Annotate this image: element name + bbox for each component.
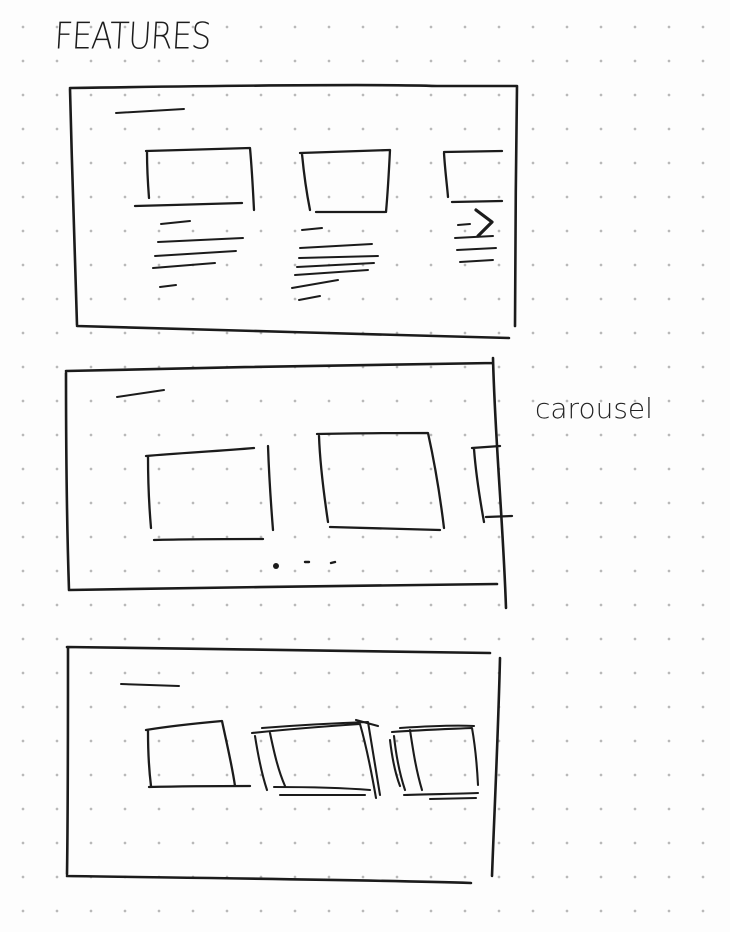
wireframe-3	[65, 645, 502, 885]
wireframe-3-frame	[65, 645, 502, 885]
carousel-card-3	[470, 444, 514, 524]
chevron-right-icon[interactable]	[474, 208, 494, 238]
wireframe-2	[64, 356, 514, 610]
card-image	[388, 724, 480, 801]
pagination-dot[interactable]	[329, 560, 337, 565]
pagination-dot-active[interactable]	[273, 563, 279, 569]
wireframe-sketches	[64, 83, 519, 885]
card-image	[144, 719, 252, 789]
carousel-pagination-dots[interactable]	[273, 560, 337, 569]
card-image	[144, 444, 275, 542]
wireframe-2-heading-line	[116, 389, 165, 398]
carousel-card-1	[144, 444, 275, 542]
feature-card-1	[133, 146, 256, 288]
card-image	[470, 444, 514, 524]
stacked-card-3	[388, 724, 480, 801]
card-image	[442, 149, 504, 204]
feature-card-2	[291, 148, 392, 301]
wireframe-1-frame	[68, 83, 519, 340]
card-image	[250, 718, 382, 800]
card-text-lines	[152, 220, 244, 288]
card-image	[298, 148, 392, 214]
stacked-card-2	[250, 718, 382, 800]
card-text-lines	[454, 223, 497, 263]
wireframe-3-heading-line	[120, 683, 180, 687]
card-text-lines	[291, 227, 379, 301]
card-image	[133, 146, 256, 212]
carousel-card-2	[315, 431, 446, 532]
wireframe-1	[68, 83, 519, 340]
wireframe-1-heading-line	[115, 108, 185, 114]
stacked-card-1	[144, 719, 252, 789]
card-image	[315, 431, 446, 532]
feature-card-3	[442, 149, 504, 263]
